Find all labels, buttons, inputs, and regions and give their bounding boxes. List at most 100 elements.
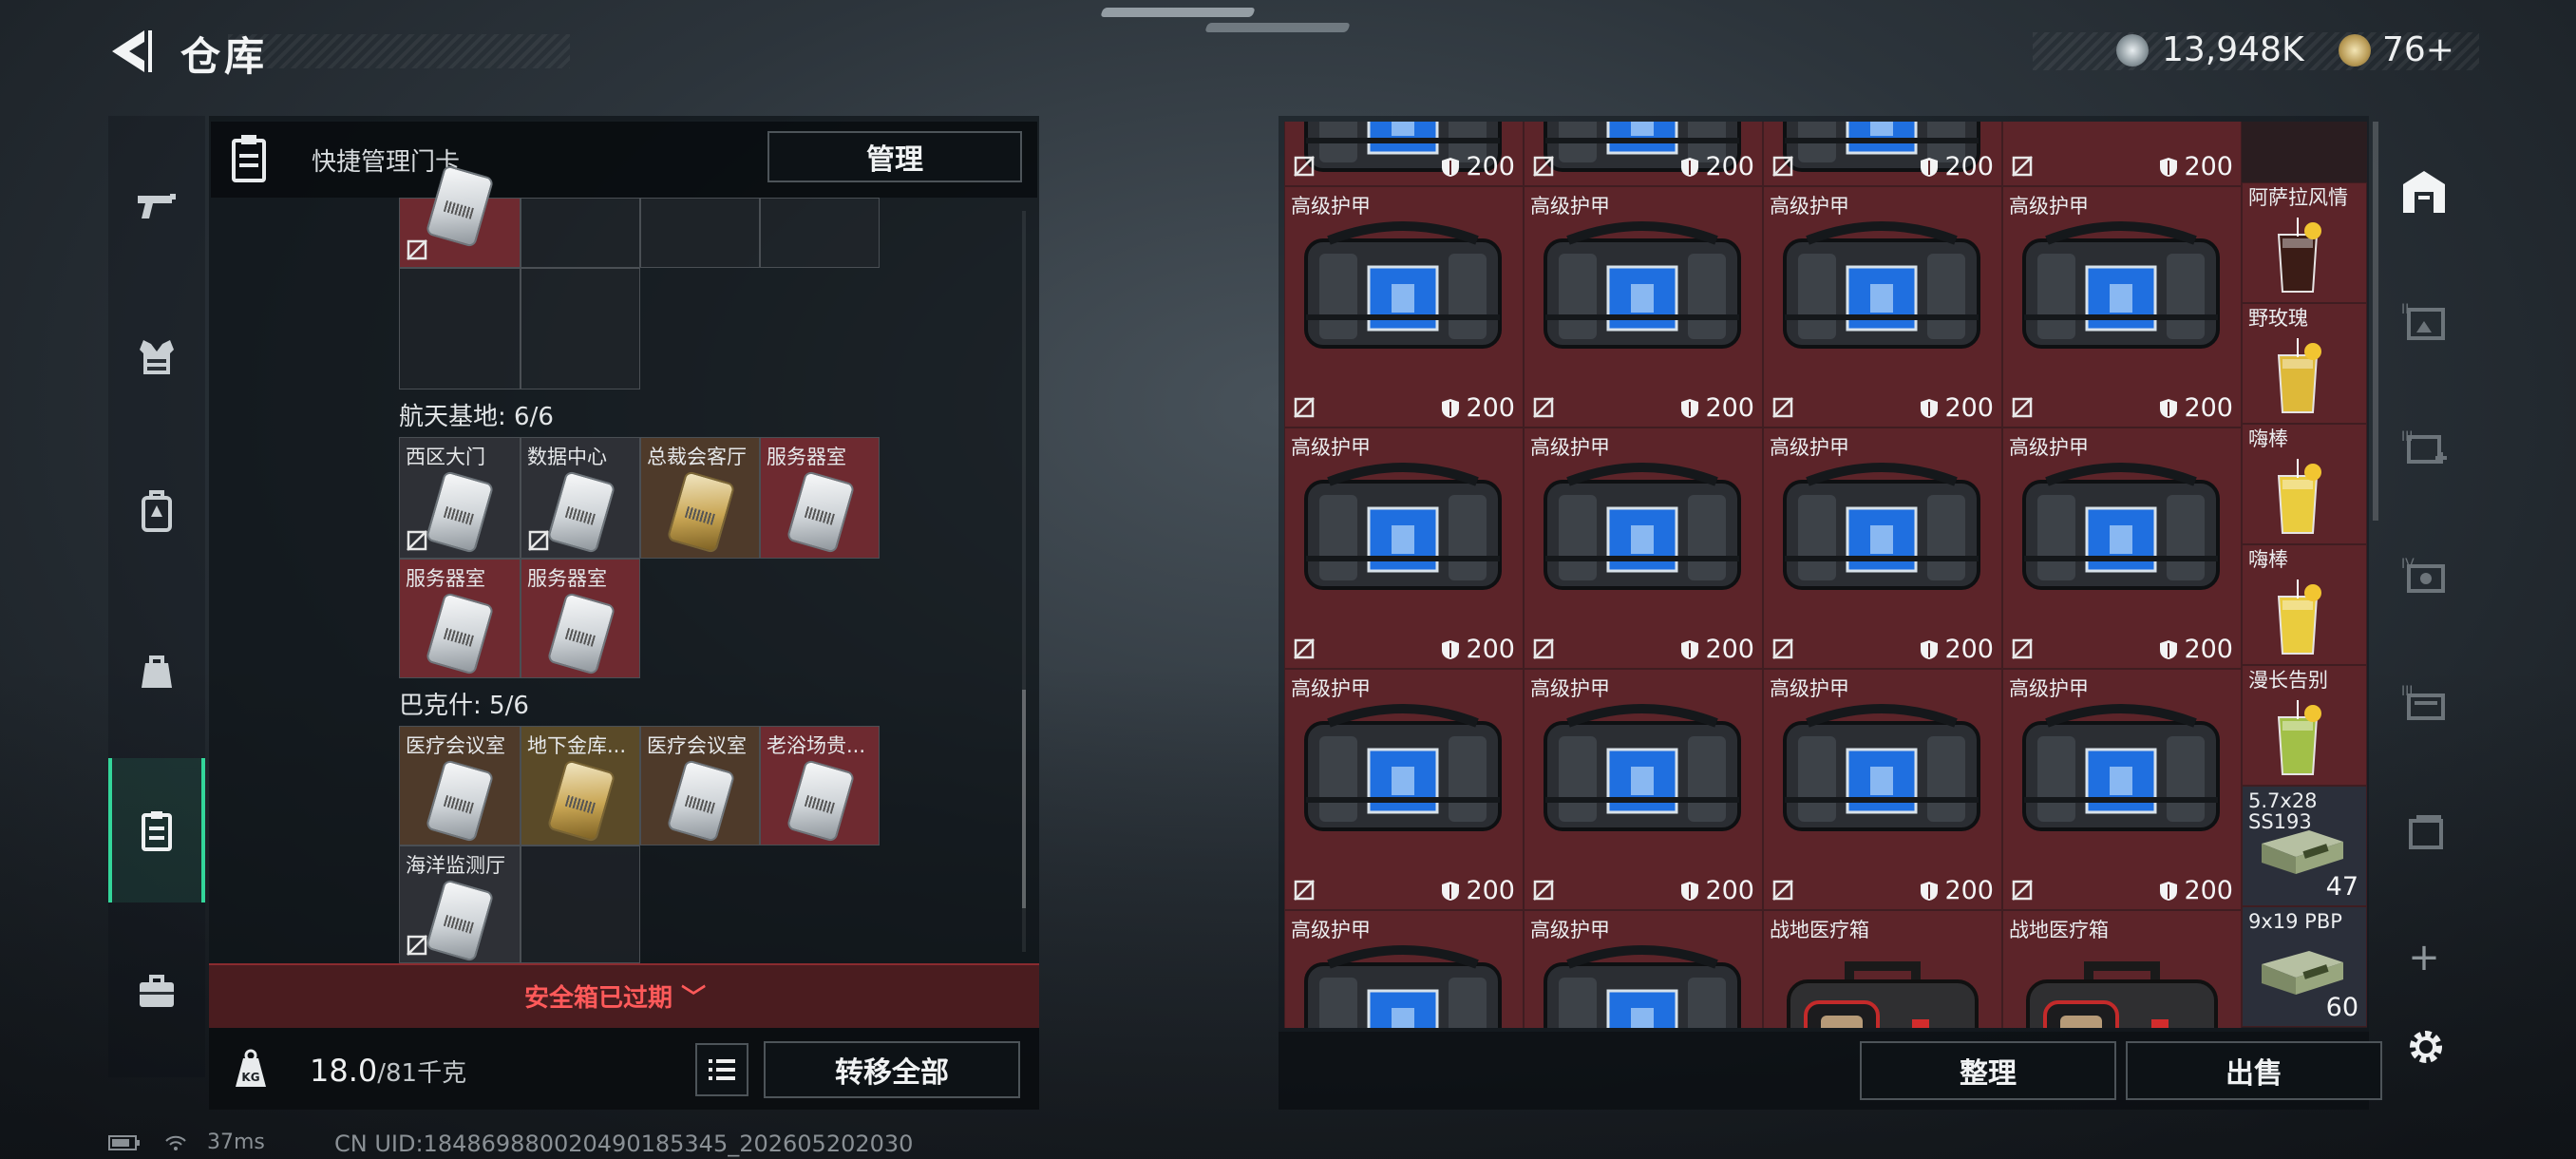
armor-cell[interactable]: 高级护甲200: [1284, 910, 1524, 1028]
keycard-icon: [666, 759, 736, 843]
ammo-box-icon: [2262, 830, 2343, 874]
keycard-slot[interactable]: 数据中心: [521, 437, 640, 559]
keycard-slot[interactable]: 服务器室: [760, 437, 880, 559]
empty-slot[interactable]: [640, 198, 760, 268]
no-insure-icon: [1772, 397, 1793, 418]
category-nav: [108, 116, 205, 1077]
durability-icon: [1681, 639, 1699, 659]
empty-slot[interactable]: [760, 198, 880, 268]
stash-tab-6[interactable]: [2382, 773, 2466, 887]
armor-bag-icon: [1304, 221, 1502, 349]
keycard-slot[interactable]: [399, 164, 521, 268]
consumable-cell[interactable]: 野玫瑰: [2242, 303, 2367, 424]
no-insure-icon: [407, 530, 427, 551]
keycard-slot[interactable]: 老浴场贵...: [760, 726, 880, 846]
consumable-cell[interactable]: 嗨棒: [2242, 424, 2367, 544]
keycard-slot[interactable]: 医疗会议室: [640, 726, 760, 846]
no-insure-icon: [1533, 880, 1554, 901]
armor-cell[interactable]: 高级护甲200: [1284, 428, 1524, 669]
armor-cell[interactable]: 高级护甲200: [2002, 186, 2242, 428]
empty-slot[interactable]: [399, 268, 521, 390]
armor-cell[interactable]: 高级护甲200: [1524, 186, 1763, 428]
stash-tab-5[interactable]: III: [2382, 646, 2466, 760]
armor-bag-icon: [1304, 704, 1502, 831]
stash-tab-3[interactable]: III: [2382, 391, 2466, 505]
sort-button[interactable]: 整理: [1860, 1041, 2116, 1100]
nav-backpack[interactable]: [108, 460, 205, 562]
manage-button[interactable]: 管理: [767, 131, 1022, 182]
durability-icon: [2160, 157, 2178, 177]
empty-slot[interactable]: [521, 846, 640, 963]
keycard-slot[interactable]: 医疗会议室: [399, 726, 521, 846]
armor-cell[interactable]: 200: [2002, 122, 2242, 186]
consumable-cell[interactable]: 漫长告别: [2242, 665, 2367, 786]
no-insure-icon: [1533, 397, 1554, 418]
item-name: 阿萨拉风情: [2248, 187, 2348, 208]
armor-cell[interactable]: 200: [1524, 122, 1763, 186]
add-tab-button[interactable]: +: [2382, 901, 2466, 1015]
armor-cell[interactable]: 高级护甲200: [1763, 669, 2002, 910]
nav-keycards[interactable]: [108, 758, 205, 902]
keycard-slot[interactable]: 总裁会客厅: [640, 437, 760, 559]
stash-tab-4[interactable]: IV: [2382, 519, 2466, 633]
drink-icon: [2277, 459, 2321, 534]
consumable-cell[interactable]: 阿萨拉风情: [2242, 182, 2367, 303]
empty-slot[interactable]: [521, 268, 640, 390]
nav-pouch[interactable]: [108, 619, 205, 722]
gold-keycard-icon: [546, 759, 616, 843]
no-insure-icon: [1294, 156, 1315, 177]
armor-bag-icon: [1783, 463, 1980, 590]
armor-cell[interactable]: 高级护甲200: [1763, 428, 2002, 669]
armor-cell[interactable]: 高级护甲200: [1284, 669, 1524, 910]
ammo-cell[interactable]: 5.7x28 SS193 47: [2242, 786, 2367, 906]
svg-text:KG: KG: [241, 1071, 259, 1084]
keycard-slot[interactable]: 服务器室: [399, 559, 521, 678]
armor-cell[interactable]: 高级护甲200: [1524, 910, 1763, 1028]
armor-cell[interactable]: 高级护甲200: [1284, 186, 1524, 428]
item-name: 野玫瑰: [2248, 308, 2308, 329]
armor-bag-icon: [1783, 704, 1980, 831]
keycard-slot[interactable]: 地下金库...: [521, 726, 640, 846]
stash-scrollbar[interactable]: [2373, 122, 2378, 521]
chevron-down-icon: ﹀: [681, 984, 707, 1013]
ammo-cell[interactable]: 9x19 PBP 60: [2242, 906, 2367, 1027]
stash-tab-icon: II: [2401, 302, 2445, 340]
stash-tab-icon: [2409, 815, 2443, 849]
transfer-all-button[interactable]: 转移全部: [764, 1041, 1020, 1098]
armor-cell[interactable]: 200: [1284, 122, 1524, 186]
consumable-cell[interactable]: 嗨棒: [2242, 544, 2367, 665]
armor-cell[interactable]: 高级护甲200: [1524, 428, 1763, 669]
keycard-icon: [425, 592, 495, 675]
stash-tab-main[interactable]: [2382, 135, 2466, 249]
settings-gear-icon[interactable]: [2403, 1024, 2449, 1070]
medkit-cell[interactable]: 战地医疗箱✚800: [2002, 910, 2242, 1028]
no-insure-icon: [1294, 638, 1315, 659]
empty-slot[interactable]: [521, 198, 640, 268]
scrollbar-thumb[interactable]: [1022, 690, 1026, 908]
item-value: 200: [1680, 635, 1754, 664]
list-view-button[interactable]: [695, 1043, 748, 1096]
armor-bag-icon: [1544, 463, 1741, 590]
item-name: 高级护甲: [2009, 436, 2089, 459]
nav-armor[interactable]: [108, 306, 205, 408]
durability-icon: [1921, 881, 1939, 901]
stash-tab-2[interactable]: II: [2382, 264, 2466, 378]
keycard-slot[interactable]: 服务器室: [521, 559, 640, 678]
sell-button[interactable]: 出售: [2126, 1041, 2382, 1100]
keycard-slot[interactable]: 海洋监测厅: [399, 846, 521, 963]
armor-cell[interactable]: 200: [1763, 122, 2002, 186]
armor-cell[interactable]: 高级护甲200: [1524, 669, 1763, 910]
armor-cell[interactable]: 高级护甲200: [2002, 428, 2242, 669]
medkit-cell[interactable]: 战地医疗箱✚188: [1763, 910, 2002, 1028]
nav-weapons[interactable]: [108, 154, 205, 256]
nav-cases[interactable]: [108, 940, 205, 1043]
item-name: 高级护甲: [1530, 919, 1610, 941]
gold-amount[interactable]: 76+: [2382, 30, 2454, 69]
armor-cell[interactable]: 高级护甲200: [1763, 186, 2002, 428]
no-insure-icon: [528, 530, 549, 551]
svg-text:III: III: [2401, 684, 2413, 699]
armor-cell[interactable]: 高级护甲200: [2002, 669, 2242, 910]
keycard-slot[interactable]: 西区大门: [399, 437, 521, 559]
back-arrow-icon[interactable]: [106, 27, 154, 76]
item-value: 200: [1680, 152, 1754, 181]
